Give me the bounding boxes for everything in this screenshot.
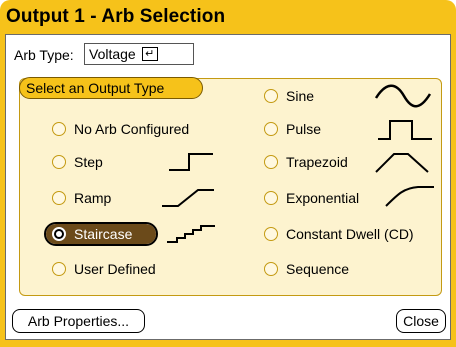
radio-icon bbox=[52, 122, 66, 136]
radio-icon bbox=[264, 122, 278, 136]
option-sine[interactable]: Sine bbox=[264, 84, 314, 108]
staircase-wave-icon bbox=[165, 222, 217, 246]
radio-icon bbox=[264, 191, 278, 205]
option-user-defined[interactable]: User Defined bbox=[52, 257, 156, 281]
radio-icon bbox=[264, 155, 278, 169]
window-title: Output 1 - Arb Selection bbox=[6, 6, 226, 27]
option-no-arb[interactable]: No Arb Configured bbox=[52, 117, 189, 141]
exponential-wave-icon bbox=[384, 182, 436, 210]
radio-icon bbox=[52, 191, 66, 205]
radio-icon bbox=[264, 262, 278, 276]
option-trapezoid[interactable]: Trapezoid bbox=[264, 150, 348, 174]
close-button[interactable]: Close bbox=[396, 309, 446, 333]
radio-icon bbox=[52, 262, 66, 276]
radio-icon bbox=[264, 227, 278, 241]
radio-selected-icon bbox=[52, 227, 66, 241]
sine-wave-icon bbox=[374, 82, 432, 110]
arb-selection-window: Output 1 - Arb Selection Arb Type: Volta… bbox=[0, 0, 456, 347]
option-pulse[interactable]: Pulse bbox=[264, 117, 321, 141]
trapezoid-wave-icon bbox=[374, 148, 434, 176]
option-staircase[interactable]: Staircase bbox=[44, 222, 158, 246]
step-wave-icon bbox=[167, 150, 215, 174]
option-step[interactable]: Step bbox=[52, 150, 103, 174]
pulse-wave-icon bbox=[376, 115, 434, 143]
enter-icon[interactable]: ↵ bbox=[141, 47, 158, 61]
arb-properties-button[interactable]: Arb Properties... bbox=[12, 309, 145, 333]
arb-type-select[interactable]: Voltage ↵ bbox=[84, 43, 194, 65]
option-exponential[interactable]: Exponential bbox=[264, 186, 359, 210]
option-sequence[interactable]: Sequence bbox=[264, 257, 349, 281]
option-constant-dwell[interactable]: Constant Dwell (CD) bbox=[264, 222, 414, 246]
output-type-group-title: Select an Output Type bbox=[19, 77, 203, 99]
option-ramp[interactable]: Ramp bbox=[52, 186, 111, 210]
arb-type-value: Voltage bbox=[89, 46, 136, 62]
ramp-wave-icon bbox=[160, 186, 216, 210]
radio-icon bbox=[264, 89, 278, 103]
arb-type-label: Arb Type: bbox=[14, 47, 74, 63]
radio-icon bbox=[52, 155, 66, 169]
